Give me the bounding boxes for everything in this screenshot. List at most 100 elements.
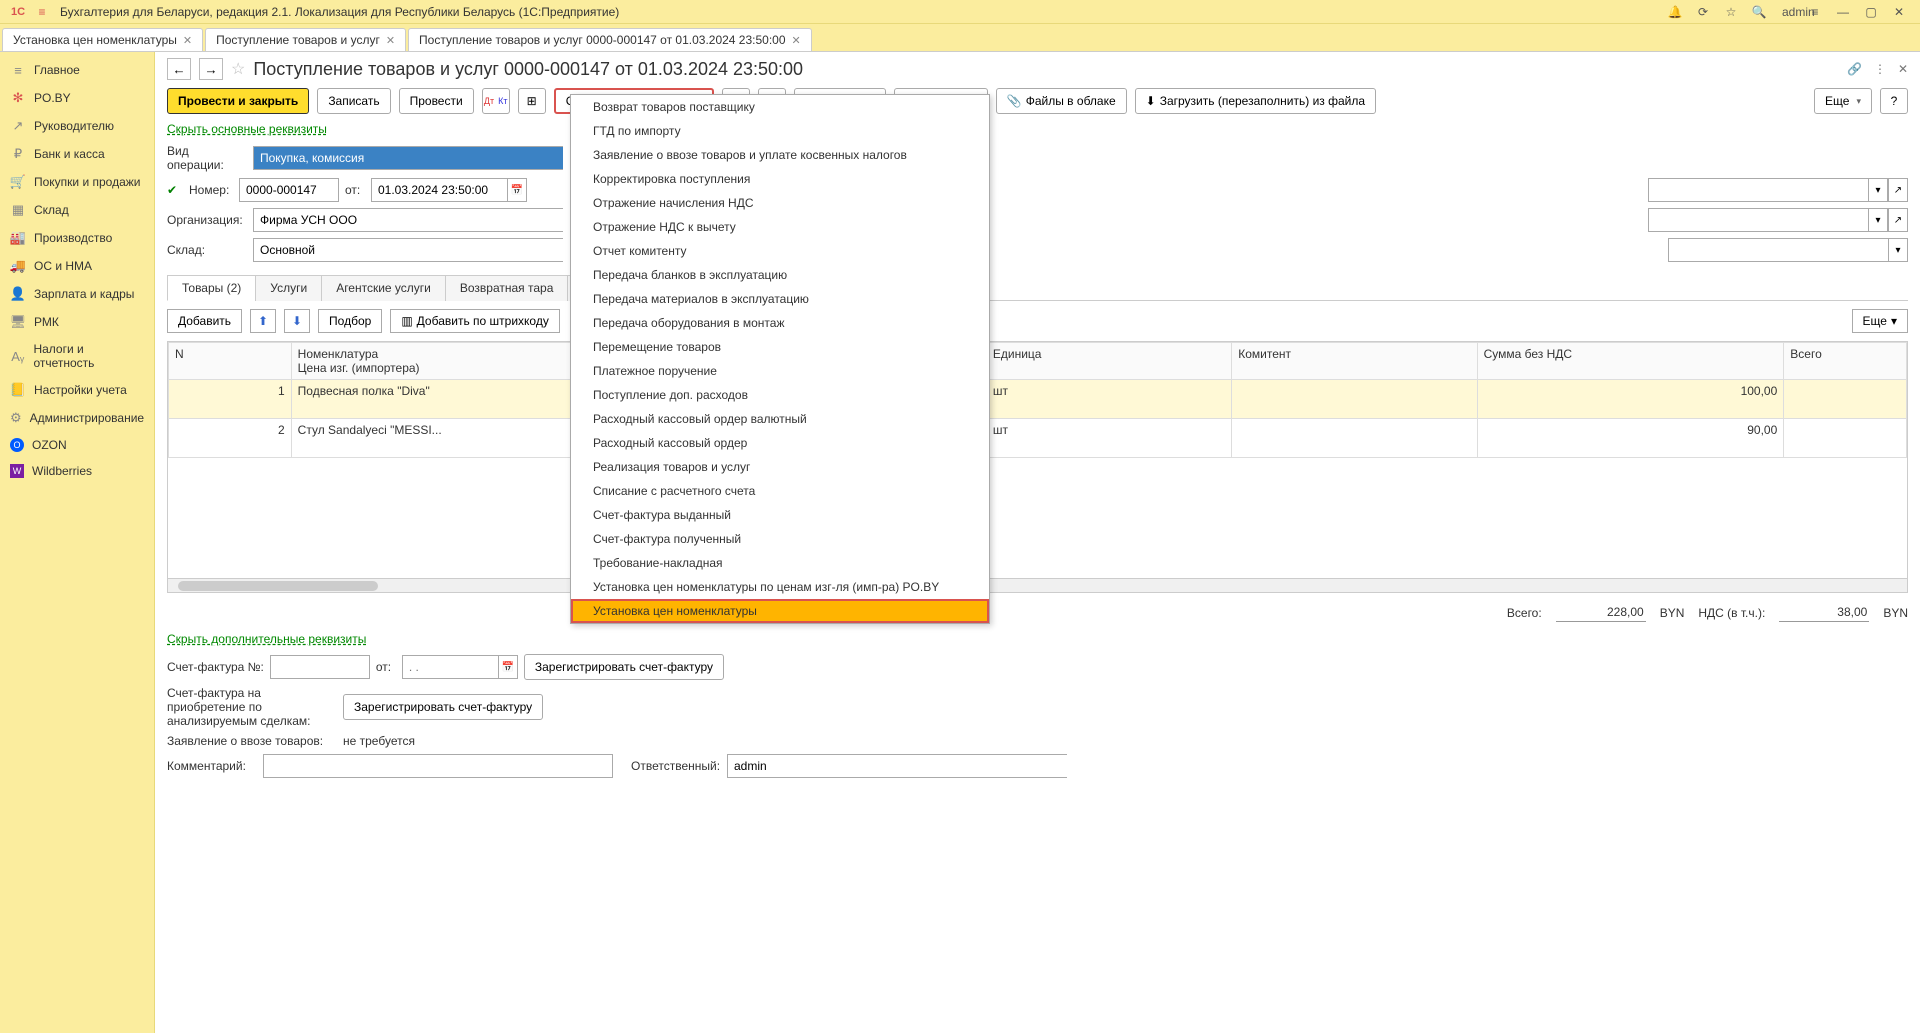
hide-extra-link[interactable]: Скрыть дополнительные реквизиты [167,632,366,646]
help-button[interactable]: ? [1880,88,1908,114]
org-input[interactable] [253,208,563,232]
close-icon[interactable]: ✕ [386,34,395,47]
structure-button[interactable]: ⊞ [518,88,546,114]
user-name[interactable]: admin [1778,5,1796,19]
forward-button[interactable]: → [199,58,223,80]
move-down-button[interactable]: ⬇ [284,309,310,333]
invoice-date-input[interactable] [402,655,498,679]
doc-tab-tare[interactable]: Возвратная тара [445,275,569,301]
dropdown-icon[interactable]: ▾ [1888,238,1908,262]
ditem-7[interactable]: Передача бланков в эксплуатацию [571,263,989,287]
horizontal-scrollbar[interactable] [168,578,1907,592]
ditem-14[interactable]: Расходный кассовый ордер [571,431,989,455]
ditem-13[interactable]: Расходный кассовый ордер валютный [571,407,989,431]
open-icon[interactable]: ↗ [1888,178,1908,202]
sidebar-item-ozon[interactable]: OOZON [0,432,154,458]
number-input[interactable] [239,178,339,202]
more-button[interactable]: Еще [1814,88,1872,114]
ditem-6[interactable]: Отчет комитенту [571,239,989,263]
close-icon[interactable]: ✕ [183,34,192,47]
close-doc-icon[interactable]: ✕ [1898,62,1908,76]
tab-receipt-doc[interactable]: Поступление товаров и услуг 0000-000147 … [408,28,812,51]
sidebar-item-manager[interactable]: ↗Руководителю [0,112,154,140]
register-invoice-button-2[interactable]: Зарегистрировать счет-фактуру [343,694,543,720]
ditem-5[interactable]: Отражение НДС к вычету [571,215,989,239]
favorite-icon[interactable]: ☆ [231,59,245,79]
dropdown-icon[interactable]: ▾ [1868,178,1888,202]
main-menu-icon[interactable]: ≡ [32,5,52,19]
th-total[interactable]: Всего [1784,343,1907,380]
sidebar-item-settings[interactable]: 📒Настройки учета [0,376,154,404]
ditem-19[interactable]: Требование-накладная [571,551,989,575]
load-file-button[interactable]: ⬇Загрузить (перезаполнить) из файла [1135,88,1376,114]
ditem-10[interactable]: Перемещение товаров [571,335,989,359]
th-sum[interactable]: Сумма без НДС [1477,343,1784,380]
sidebar-item-bank[interactable]: ₽Банк и касса [0,140,154,168]
ditem-21[interactable]: Установка цен номенклатуры [571,599,989,623]
move-up-button[interactable]: ⬆ [250,309,276,333]
ditem-17[interactable]: Счет-фактура выданный [571,503,989,527]
settings-icon[interactable]: ≡ [1806,5,1824,19]
calendar-icon[interactable]: 📅 [507,178,527,202]
ditem-1[interactable]: ГТД по импорту [571,119,989,143]
sidebar-item-sales[interactable]: 🛒Покупки и продажи [0,168,154,196]
sidebar-item-wb[interactable]: WWildberries [0,458,154,484]
register-invoice-button[interactable]: Зарегистрировать счет-фактуру [524,654,724,680]
sidebar-item-production[interactable]: 🏭Производство [0,224,154,252]
warehouse-input[interactable] [253,238,563,262]
doc-tab-services[interactable]: Услуги [255,275,322,301]
ditem-9[interactable]: Передача оборудования в монтаж [571,311,989,335]
th-komitent[interactable]: Комитент [1232,343,1477,380]
ditem-0[interactable]: Возврат товаров поставщику [571,95,989,119]
link-icon[interactable]: 🔗 [1847,62,1862,76]
calendar-icon[interactable]: 📅 [498,655,518,679]
ditem-3[interactable]: Корректировка поступления [571,167,989,191]
bell-icon[interactable]: 🔔 [1666,5,1684,19]
operation-input[interactable] [253,146,563,170]
files-button[interactable]: 📎Файлы в облаке [996,88,1127,114]
responsible-input[interactable] [727,754,1067,778]
close-icon[interactable]: ✕ [792,34,801,47]
th-nom[interactable]: НоменклатураЦена изг. (импортера) [291,343,598,380]
th-n[interactable]: N [169,343,292,380]
ditem-12[interactable]: Поступление доп. расходов [571,383,989,407]
ditem-15[interactable]: Реализация товаров и услуг [571,455,989,479]
date-input[interactable] [371,178,507,202]
save-button[interactable]: Записать [317,88,390,114]
history-icon[interactable]: ⟳ [1694,5,1712,19]
table-row[interactable]: 1 Подвесная полка "Diva" 1,000100,00 20 … [169,380,1907,419]
invoice-num-input[interactable] [270,655,370,679]
hide-main-link[interactable]: Скрыть основные реквизиты [167,122,327,136]
tab-price-setting[interactable]: Установка цен номенклатуры ✕ [2,28,203,51]
star-icon[interactable]: ☆ [1722,5,1740,19]
sidebar-item-salary[interactable]: 👤Зарплата и кадры [0,280,154,308]
doc-tab-agent[interactable]: Агентские услуги [321,275,446,301]
more-icon[interactable]: ⋮ [1874,62,1886,76]
ditem-20[interactable]: Установка цен номенклатуры по ценам изг-… [571,575,989,599]
sub-more-button[interactable]: Еще ▾ [1852,309,1908,333]
ditem-11[interactable]: Платежное поручение [571,359,989,383]
sidebar-item-admin[interactable]: ⚙Администрирование [0,404,154,432]
extra-select-3[interactable] [1668,238,1888,262]
sidebar-item-poby[interactable]: ✻PO.BY [0,84,154,112]
minimize-icon[interactable]: — [1834,5,1852,19]
tab-receipt-list[interactable]: Поступление товаров и услуг ✕ [205,28,406,51]
sidebar-item-taxes[interactable]: AᵧНалоги и отчетность [0,336,154,376]
open-icon[interactable]: ↗ [1888,208,1908,232]
dropdown-icon[interactable]: ▾ [1868,208,1888,232]
extra-select-2[interactable] [1648,208,1868,232]
table-row[interactable]: 2 Стул Sandalyeci "MESSI... 1,00090,00 2… [169,419,1907,458]
search-icon[interactable]: 🔍 [1750,5,1768,19]
ditem-2[interactable]: Заявление о ввозе товаров и уплате косве… [571,143,989,167]
ditem-4[interactable]: Отражение начисления НДС [571,191,989,215]
comment-input[interactable] [263,754,613,778]
ditem-8[interactable]: Передача материалов в эксплуатацию [571,287,989,311]
barcode-button[interactable]: ▥Добавить по штрихкоду [390,309,560,333]
close-window-icon[interactable]: ✕ [1890,5,1908,19]
post-close-button[interactable]: Провести и закрыть [167,88,309,114]
post-button[interactable]: Провести [399,88,474,114]
ditem-16[interactable]: Списание с расчетного счета [571,479,989,503]
restore-icon[interactable]: ▢ [1862,5,1880,19]
dtkt-button[interactable]: ДтКт [482,88,510,114]
th-unit[interactable]: Единица [986,343,1231,380]
